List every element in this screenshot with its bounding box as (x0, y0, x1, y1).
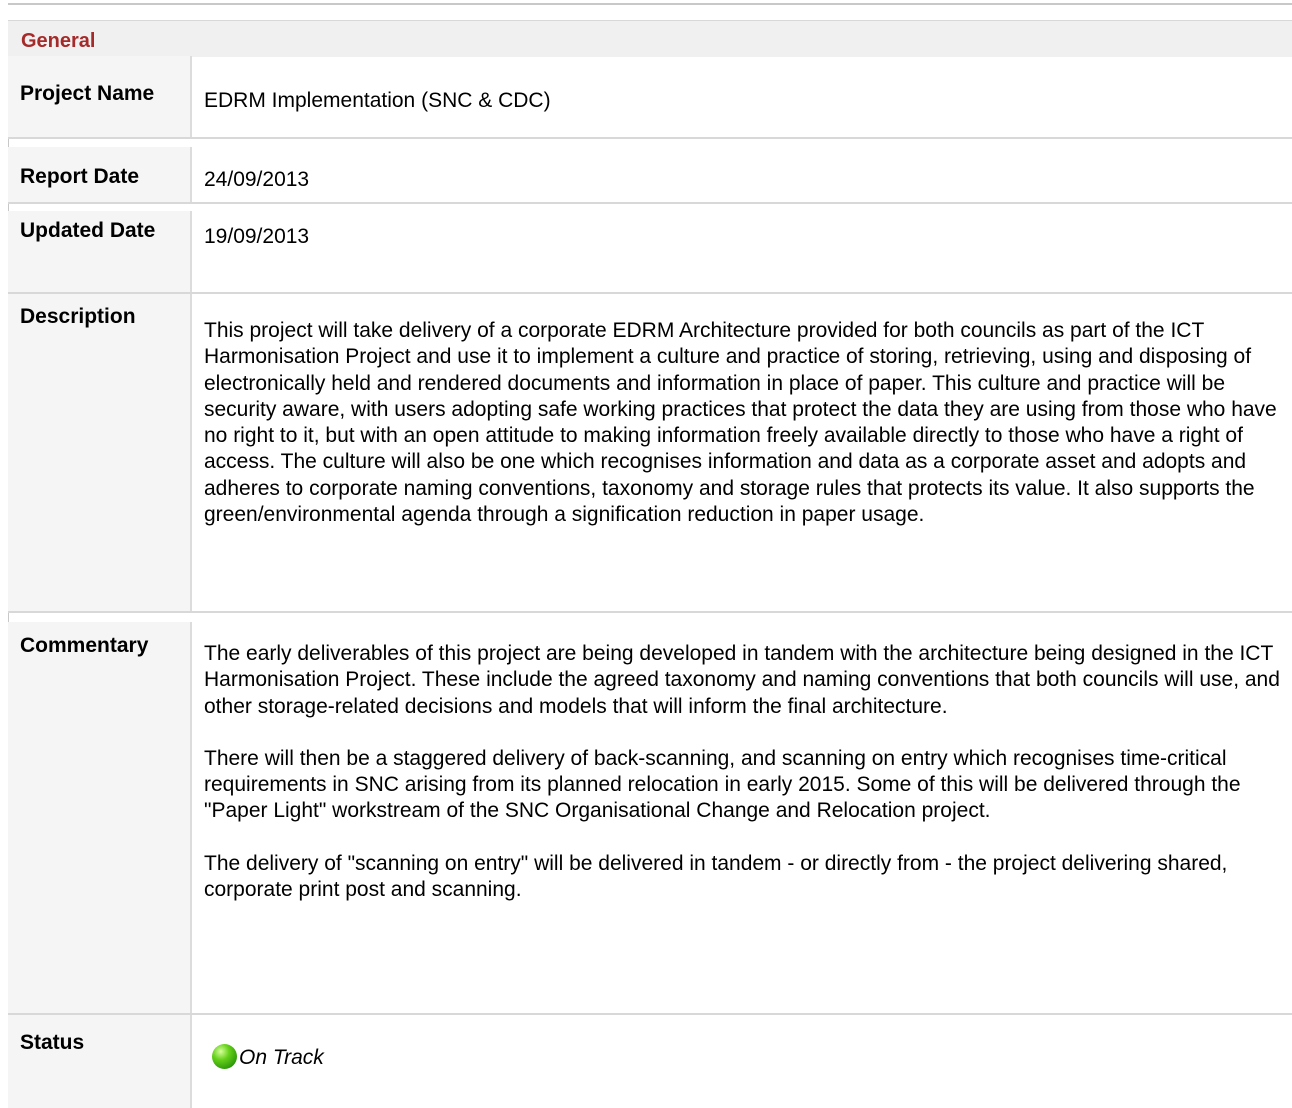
row-project-name: Project Name EDRM Implementation (SNC & … (8, 56, 1292, 139)
project-report-page: General Project Name EDRM Implementation… (0, 0, 1292, 1108)
updated-date-value: 19/09/2013 (204, 225, 310, 248)
status-label: Status (20, 1031, 85, 1054)
row-description: Description This project will take deliv… (8, 294, 1292, 613)
row-commentary: Commentary The early deliverables of thi… (8, 622, 1292, 1015)
row-divider (8, 202, 1292, 204)
report-date-label-cell: Report Date (8, 147, 192, 203)
section-header: General (8, 20, 1292, 57)
commentary-label: Commentary (20, 634, 149, 657)
row-status: Status On Track (8, 1015, 1292, 1108)
status-label-cell: Status (8, 1015, 192, 1108)
commentary-paragraph: The early deliverables of this project a… (204, 642, 1280, 718)
project-name-label: Project Name (20, 82, 155, 105)
top-divider (8, 3, 1292, 5)
commentary-paragraph: There will then be a staggered delivery … (204, 746, 1241, 823)
description-value: This project will take delivery of a cor… (204, 319, 1277, 527)
row-updated-date: Updated Date 19/09/2013 (8, 211, 1292, 294)
report-date-value: 24/09/2013 (204, 168, 310, 191)
section-title: General (21, 30, 96, 52)
updated-date-label: Updated Date (20, 219, 156, 242)
row-divider (8, 611, 1292, 613)
row-report-date: Report Date 24/09/2013 (8, 147, 1292, 204)
updated-date-label-cell: Updated Date (8, 211, 192, 293)
report-date-label: Report Date (20, 165, 140, 188)
project-name-label-cell: Project Name (8, 56, 192, 138)
description-label-cell: Description (8, 294, 192, 612)
commentary-paragraph: The delivery of "scanning on entry" will… (204, 851, 1228, 902)
description-label: Description (20, 305, 136, 328)
commentary-label-cell: Commentary (8, 622, 192, 1014)
project-name-value: EDRM Implementation (SNC & CDC) (204, 89, 551, 112)
row-divider (8, 137, 1292, 139)
green-status-indicator-icon (212, 1044, 237, 1069)
status-text: On Track (239, 1046, 324, 1069)
commentary-value: The early deliverables of this project a… (204, 641, 1292, 903)
